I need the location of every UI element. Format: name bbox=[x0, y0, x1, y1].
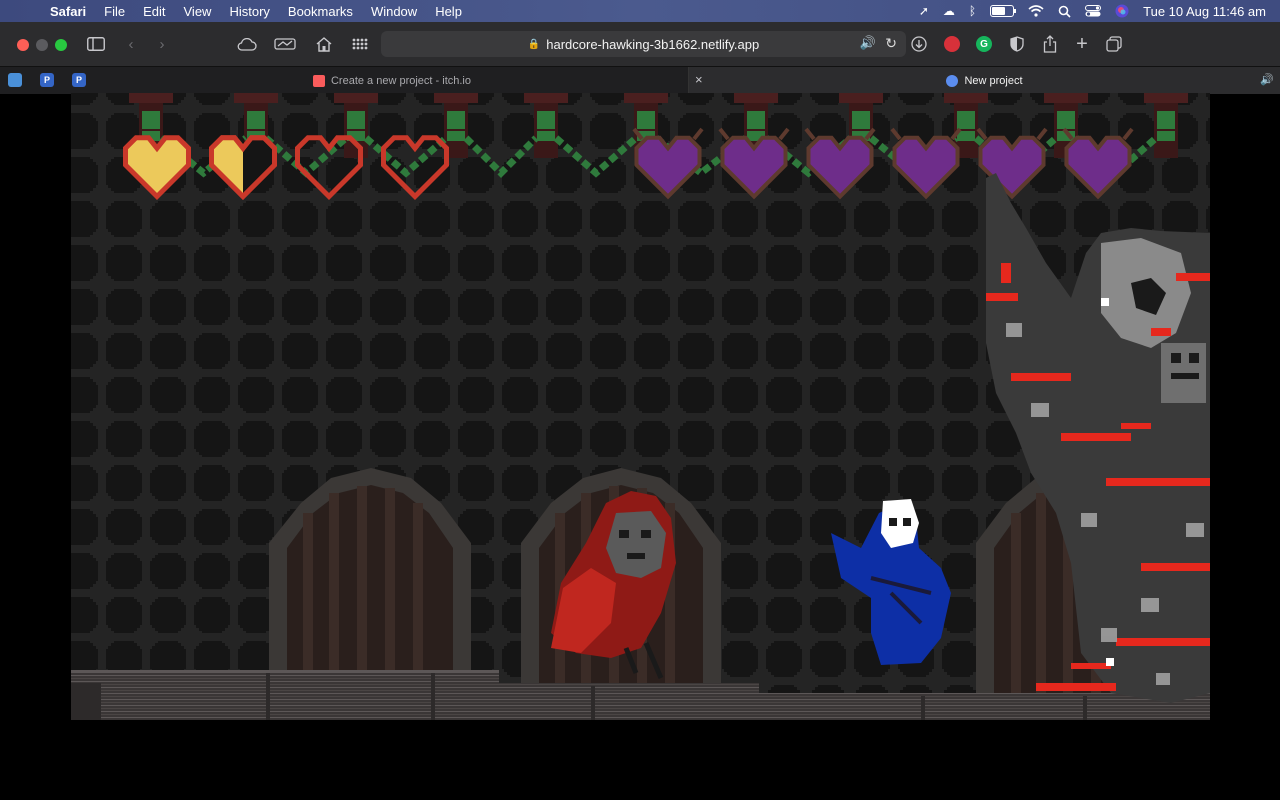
vine-knot bbox=[1157, 131, 1175, 141]
cloud-icon[interactable]: ☁ bbox=[943, 4, 955, 18]
control-center-icon[interactable] bbox=[1085, 5, 1102, 17]
vine-knot bbox=[129, 93, 173, 103]
reload-icon[interactable]: ↻ bbox=[885, 35, 897, 52]
tab-new-project[interactable]: × New project 🔊 bbox=[689, 67, 1280, 94]
menu-file[interactable]: File bbox=[104, 4, 125, 19]
location-arrow-icon[interactable]: ➚ bbox=[919, 4, 929, 18]
zoom-window-button[interactable] bbox=[55, 39, 67, 51]
vine-knot bbox=[957, 111, 975, 129]
menu-safari[interactable]: Safari bbox=[50, 4, 86, 19]
clock[interactable]: Tue 10 Aug 11:46 am bbox=[1143, 4, 1266, 19]
itch-favicon-icon bbox=[312, 74, 325, 87]
siri-icon[interactable] bbox=[1115, 4, 1129, 18]
tab-title: Create a new project - itch.io bbox=[330, 74, 471, 87]
menu-help[interactable]: Help bbox=[435, 4, 462, 19]
back-icon[interactable]: ‹ bbox=[124, 33, 138, 55]
icloud-tabs-icon[interactable] bbox=[236, 33, 258, 55]
status-menu: ➚ ☁ ᛒ Tue 10 Aug 11:46 am bbox=[905, 0, 1266, 22]
vine-knot bbox=[334, 93, 378, 103]
new-tab-icon[interactable]: + bbox=[1073, 33, 1091, 55]
audio-playing-icon[interactable]: 🔊 bbox=[860, 35, 876, 51]
vine-knot bbox=[347, 111, 365, 129]
vine-knot bbox=[1044, 93, 1088, 103]
pinned-tab[interactable] bbox=[8, 73, 22, 87]
vine-knot bbox=[734, 93, 778, 103]
vine-knot bbox=[247, 111, 265, 129]
close-window-button[interactable] bbox=[17, 39, 29, 51]
vine-knot bbox=[1057, 111, 1075, 129]
vine-knot bbox=[1157, 111, 1175, 129]
vine-knot bbox=[839, 93, 883, 103]
menu-history[interactable]: History bbox=[229, 4, 269, 19]
vine-knot bbox=[944, 93, 988, 103]
game-scene bbox=[71, 93, 1210, 720]
vine-knot bbox=[447, 111, 465, 129]
vine-knot bbox=[537, 111, 555, 129]
battery-icon[interactable] bbox=[990, 5, 1017, 17]
grammarly-icon[interactable]: G bbox=[976, 36, 992, 52]
game-canvas[interactable] bbox=[71, 93, 1210, 720]
vine-knot bbox=[234, 93, 278, 103]
browser-toolbar: ‹ › 🔒 hardcore-hawking-3b1662.netlify.ap… bbox=[0, 22, 1280, 66]
tab-audio-icon[interactable]: 🔊 bbox=[1260, 73, 1274, 86]
pinned-tab[interactable]: P bbox=[40, 73, 54, 87]
lock-icon: 🔒 bbox=[527, 38, 541, 50]
reading-list-icon[interactable] bbox=[273, 33, 297, 55]
search-icon[interactable] bbox=[1058, 5, 1071, 18]
sidebar-icon[interactable] bbox=[86, 33, 106, 55]
vine-knot bbox=[624, 93, 668, 103]
grid-icon[interactable] bbox=[350, 33, 370, 55]
tab-itch[interactable]: Create a new project - itch.io bbox=[96, 67, 689, 94]
wifi-icon[interactable] bbox=[1028, 5, 1044, 17]
privacy-shield-icon[interactable] bbox=[1008, 33, 1026, 55]
menu-window[interactable]: Window bbox=[371, 4, 417, 19]
download-icon[interactable] bbox=[910, 33, 928, 55]
address-bar[interactable]: 🔒 hardcore-hawking-3b1662.netlify.app 🔊 … bbox=[381, 31, 906, 57]
menu-bookmarks[interactable]: Bookmarks bbox=[288, 4, 353, 19]
share-icon[interactable] bbox=[1041, 33, 1059, 55]
vine-knot bbox=[747, 111, 765, 129]
menu-edit[interactable]: Edit bbox=[143, 4, 165, 19]
vine-knot bbox=[447, 131, 465, 141]
vine-knot bbox=[637, 111, 655, 129]
close-tab-icon[interactable]: × bbox=[695, 72, 703, 87]
tab-title: New project bbox=[964, 74, 1023, 87]
vine-knot bbox=[1144, 93, 1188, 103]
tab-bar: P P Create a new project - itch.io × New… bbox=[0, 66, 1280, 94]
minimize-window-button[interactable] bbox=[36, 39, 48, 51]
url-text: hardcore-hawking-3b1662.netlify.app bbox=[546, 36, 760, 52]
vine-knot bbox=[852, 111, 870, 129]
vine-knot bbox=[142, 111, 160, 129]
pinned-tab[interactable]: P bbox=[72, 73, 86, 87]
forward-icon[interactable]: › bbox=[155, 33, 169, 55]
home-icon[interactable] bbox=[314, 33, 334, 55]
vine-knot bbox=[434, 93, 478, 103]
menu-bar: Safari File Edit View History Bookmarks … bbox=[0, 0, 1280, 22]
tab-overview-icon[interactable] bbox=[1105, 33, 1123, 55]
opera-icon[interactable] bbox=[944, 36, 960, 52]
vine-knot bbox=[524, 93, 568, 103]
bluetooth-icon[interactable]: ᛒ bbox=[969, 4, 976, 18]
menu-view[interactable]: View bbox=[184, 4, 212, 19]
tab-favicon-icon bbox=[946, 74, 959, 87]
vine-knot bbox=[537, 131, 555, 141]
